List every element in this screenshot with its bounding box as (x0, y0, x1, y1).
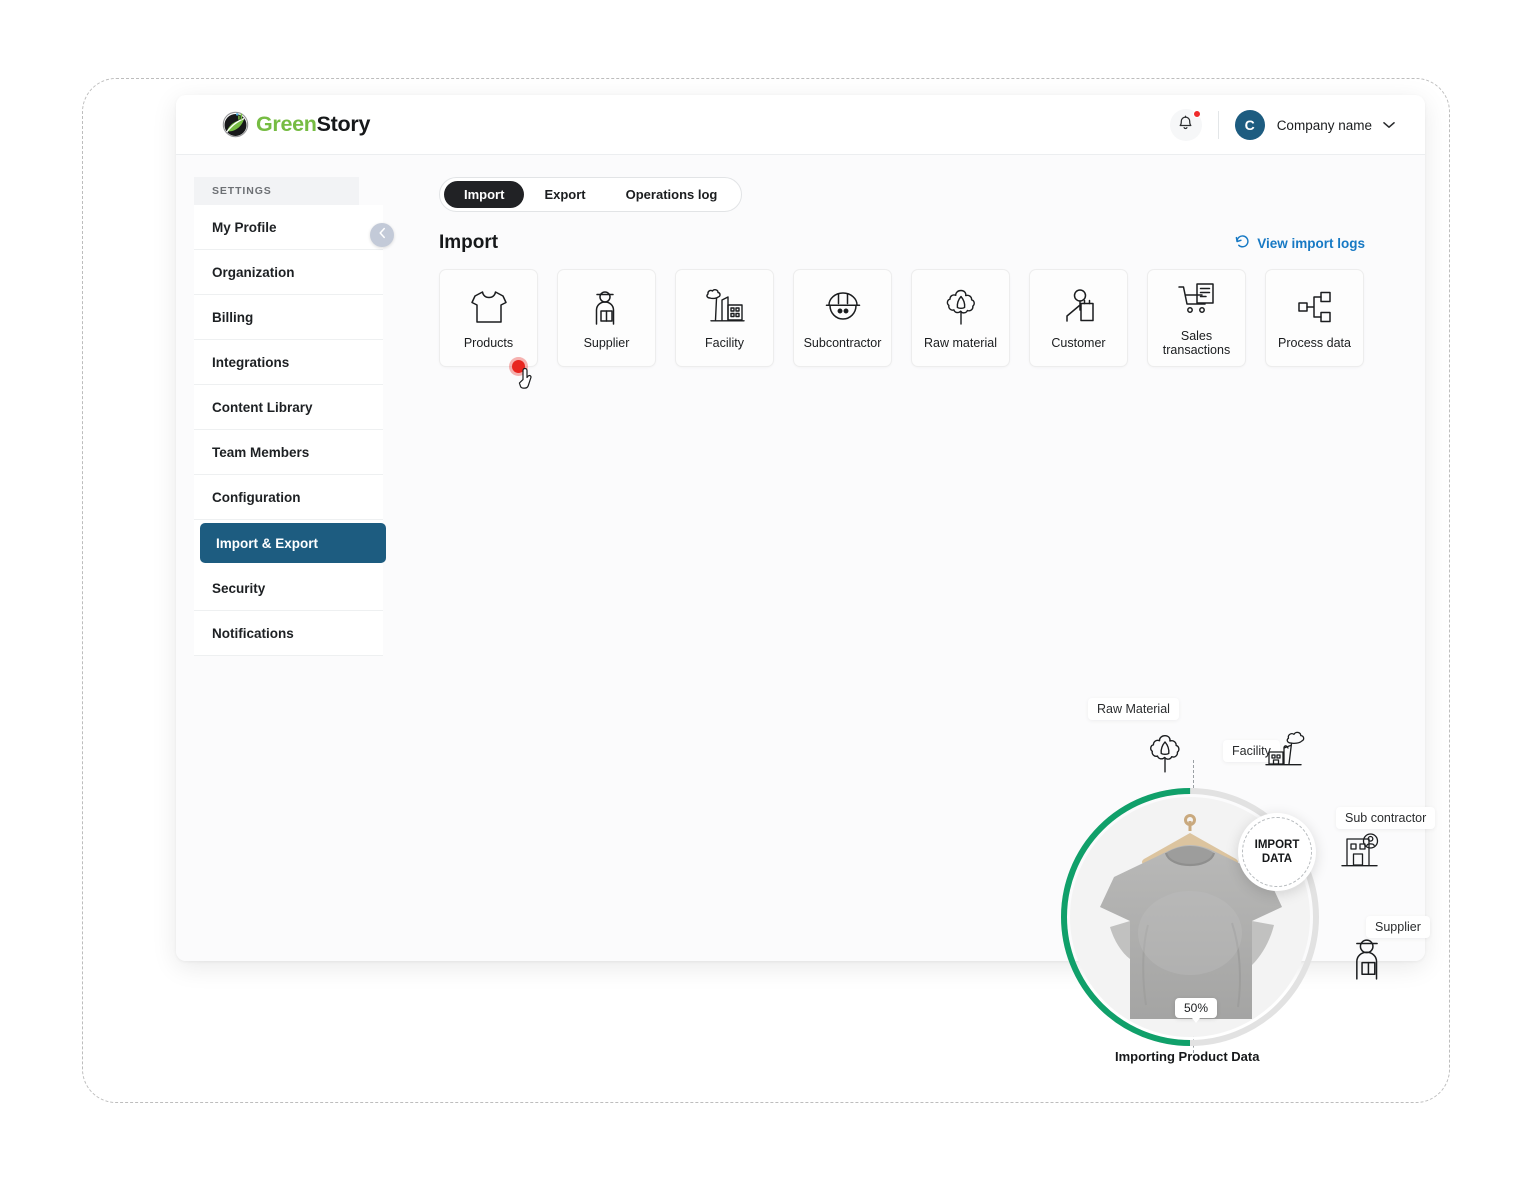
page-title: Import (439, 232, 499, 253)
import-card-supplier[interactable]: Supplier (557, 269, 656, 367)
sidebar-item-label: Notifications (212, 625, 294, 641)
supplier-person-box-icon (590, 286, 624, 328)
sidebar-item-notifications[interactable]: Notifications (194, 611, 383, 656)
tab-operations-log[interactable]: Operations log (606, 181, 738, 208)
import-card-label: Products (463, 336, 514, 350)
top-navigation-bar: GreenStory C Company name (176, 95, 1425, 155)
sidebar-item-label: Security (212, 580, 266, 596)
process-nodes-icon (1297, 286, 1333, 328)
import-card-label: Facility (705, 336, 744, 350)
tab-import[interactable]: Import (444, 181, 525, 208)
import-card-sales-transactions[interactable]: Sales transactions (1147, 269, 1246, 367)
sidebar-section-label: SETTINGS (194, 177, 359, 205)
import-card-label: Raw material (924, 336, 997, 350)
sidebar-item-organization[interactable]: Organization (194, 250, 383, 295)
sidebar-item-import-export[interactable]: Import & Export (200, 523, 386, 563)
tab-label: Export (544, 187, 586, 202)
progress-percent-label: 50% (1175, 998, 1218, 1023)
illustration-factory-smoke-icon (1265, 730, 1311, 777)
sidebar-item-integrations[interactable]: Integrations (194, 340, 383, 385)
brand-logo[interactable]: GreenStory (222, 111, 370, 138)
red-click-dot (512, 360, 525, 373)
sidebar-item-label: Content Library (212, 399, 313, 415)
customer-shopping-bag-icon (1060, 286, 1098, 328)
hardhat-icon (823, 286, 863, 328)
import-data-badge-line2: DATA (1261, 853, 1293, 865)
import-card-products[interactable]: Products (439, 269, 538, 389)
import-data-badge-line1: IMPORT (1254, 839, 1300, 851)
company-name-label: Company name (1276, 117, 1372, 133)
bell-icon (1178, 115, 1193, 136)
chevron-left-icon (378, 226, 387, 244)
chip-sub-contractor: Sub contractor (1336, 807, 1436, 829)
illustration-caption: Importing Product Data (1115, 1049, 1260, 1064)
notifications-button[interactable] (1169, 109, 1202, 141)
illustration-cotton-boll-icon (1145, 732, 1185, 779)
tab-export[interactable]: Export (524, 181, 605, 208)
sidebar-nav-list: My Profile Organization Billing Integrat… (194, 205, 386, 656)
sidebar-item-label: Organization (212, 264, 295, 280)
import-card-label: Process data (1278, 336, 1351, 350)
chevron-down-icon[interactable] (1383, 121, 1395, 129)
import-card-label: Sales transactions (1162, 329, 1231, 357)
cotton-boll-icon (942, 286, 980, 328)
greenstory-leaf-icon (222, 111, 249, 138)
history-revert-icon (1235, 234, 1250, 252)
sidebar-item-label: Configuration (212, 489, 301, 505)
sidebar-item-team-members[interactable]: Team Members (194, 430, 383, 475)
import-card-label: Customer (1051, 336, 1106, 350)
sidebar-item-content-library[interactable]: Content Library (194, 385, 383, 430)
topbar-actions: C Company name (1169, 95, 1395, 155)
chip-supplier: Supplier (1366, 916, 1430, 938)
sidebar-item-configuration[interactable]: Configuration (194, 475, 383, 520)
import-entity-cards: Products Supplier Facility Subcontractor… (439, 269, 1397, 389)
import-card-raw-material[interactable]: Raw material (911, 269, 1010, 367)
import-data-badge: IMPORT DATA (1238, 813, 1316, 891)
sidebar-item-security[interactable]: Security (194, 566, 383, 611)
view-import-logs-label: View import logs (1257, 235, 1365, 251)
brand-name-dark: Story (316, 112, 371, 136)
import-card-subcontractor[interactable]: Subcontractor (793, 269, 892, 367)
topbar-divider (1217, 111, 1219, 139)
import-card-facility[interactable]: Facility (675, 269, 774, 367)
avatar: C (1234, 110, 1265, 140)
illustration-supplier-person-box-icon (1349, 936, 1389, 985)
sidebar-item-label: Team Members (212, 444, 310, 460)
shopping-cart-receipt-icon (1177, 279, 1217, 321)
hand-pointer-cursor (512, 360, 542, 392)
import-progress-illustration: IMPORT DATA Raw Material Facility Sub co… (1053, 688, 1453, 1083)
tab-label: Operations log (625, 187, 718, 202)
section-header-row: Import View import logs (439, 232, 1397, 254)
tab-label: Import (464, 187, 505, 202)
sidebar-item-my-profile[interactable]: My Profile (194, 205, 383, 250)
sidebar-collapse-button[interactable] (370, 223, 394, 247)
sidebar-item-billing[interactable]: Billing (194, 295, 383, 340)
factory-icon (704, 286, 746, 328)
notification-badge-dot (1192, 110, 1201, 118)
chip-raw-material: Raw Material (1088, 698, 1179, 720)
import-card-label: Supplier (583, 336, 630, 350)
import-card-customer[interactable]: Customer (1029, 269, 1128, 367)
brand-name-green: Green (256, 112, 317, 136)
sidebar-item-label: Integrations (212, 354, 290, 370)
import-card-label: Subcontractor (803, 336, 882, 350)
tshirt-icon (469, 286, 509, 328)
sidebar-item-label: My Profile (212, 219, 277, 235)
sidebar-item-label: Billing (212, 309, 254, 325)
sidebar-item-label: Import & Export (216, 535, 319, 551)
view-import-logs-link[interactable]: View import logs (1235, 234, 1365, 252)
illustration-building-person-icon (1341, 831, 1385, 878)
import-card-process-data[interactable]: Process data (1265, 269, 1364, 367)
import-export-tab-bar: Import Export Operations log (439, 177, 743, 212)
settings-sidebar: SETTINGS My Profile Organization Billing… (176, 155, 400, 961)
